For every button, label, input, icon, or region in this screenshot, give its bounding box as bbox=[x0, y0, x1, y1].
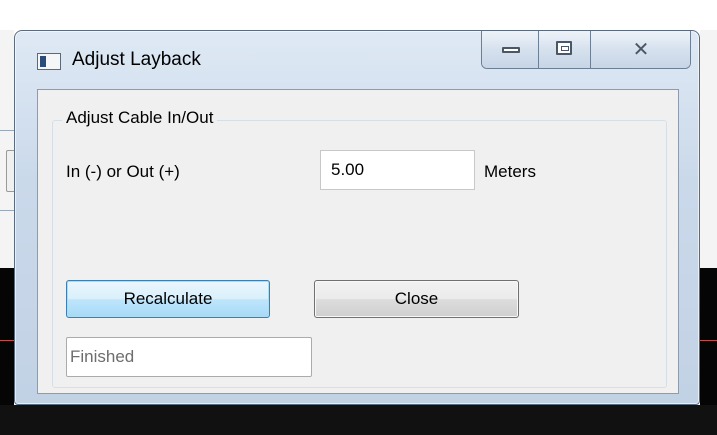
adjust-layback-dialog: Adjust Layback ✕ Adjust Cable In/Out In … bbox=[14, 30, 700, 405]
window-app-icon bbox=[37, 53, 61, 70]
status-field: Finished bbox=[66, 337, 312, 377]
background-red-line bbox=[700, 340, 717, 341]
window-title: Adjust Layback bbox=[72, 49, 201, 70]
minimize-icon bbox=[502, 47, 520, 53]
maximize-icon bbox=[556, 41, 573, 55]
in-out-label: In (-) or Out (+) bbox=[66, 162, 180, 181]
recalculate-button[interactable]: Recalculate bbox=[66, 280, 270, 318]
cable-adjust-input[interactable] bbox=[320, 150, 475, 190]
dialog-client-area: Adjust Cable In/Out In (-) or Out (+) Me… bbox=[37, 89, 679, 394]
groupbox-legend: Adjust Cable In/Out bbox=[62, 108, 218, 128]
background-divider bbox=[0, 210, 14, 211]
maximize-button[interactable] bbox=[539, 31, 591, 68]
background-app-bottom bbox=[0, 405, 717, 435]
background-divider bbox=[0, 130, 14, 131]
close-button[interactable]: Close bbox=[314, 280, 519, 318]
unit-label: Meters bbox=[484, 162, 536, 181]
close-icon: ✕ bbox=[632, 37, 650, 61]
caption-buttons: ✕ bbox=[481, 31, 691, 69]
background-app-top bbox=[0, 0, 717, 30]
close-window-button[interactable]: ✕ bbox=[590, 31, 690, 68]
background-dark-panel-right bbox=[700, 268, 717, 408]
background-dark-panel-left bbox=[0, 268, 14, 408]
background-red-line bbox=[0, 340, 14, 341]
minimize-button[interactable] bbox=[482, 31, 540, 68]
